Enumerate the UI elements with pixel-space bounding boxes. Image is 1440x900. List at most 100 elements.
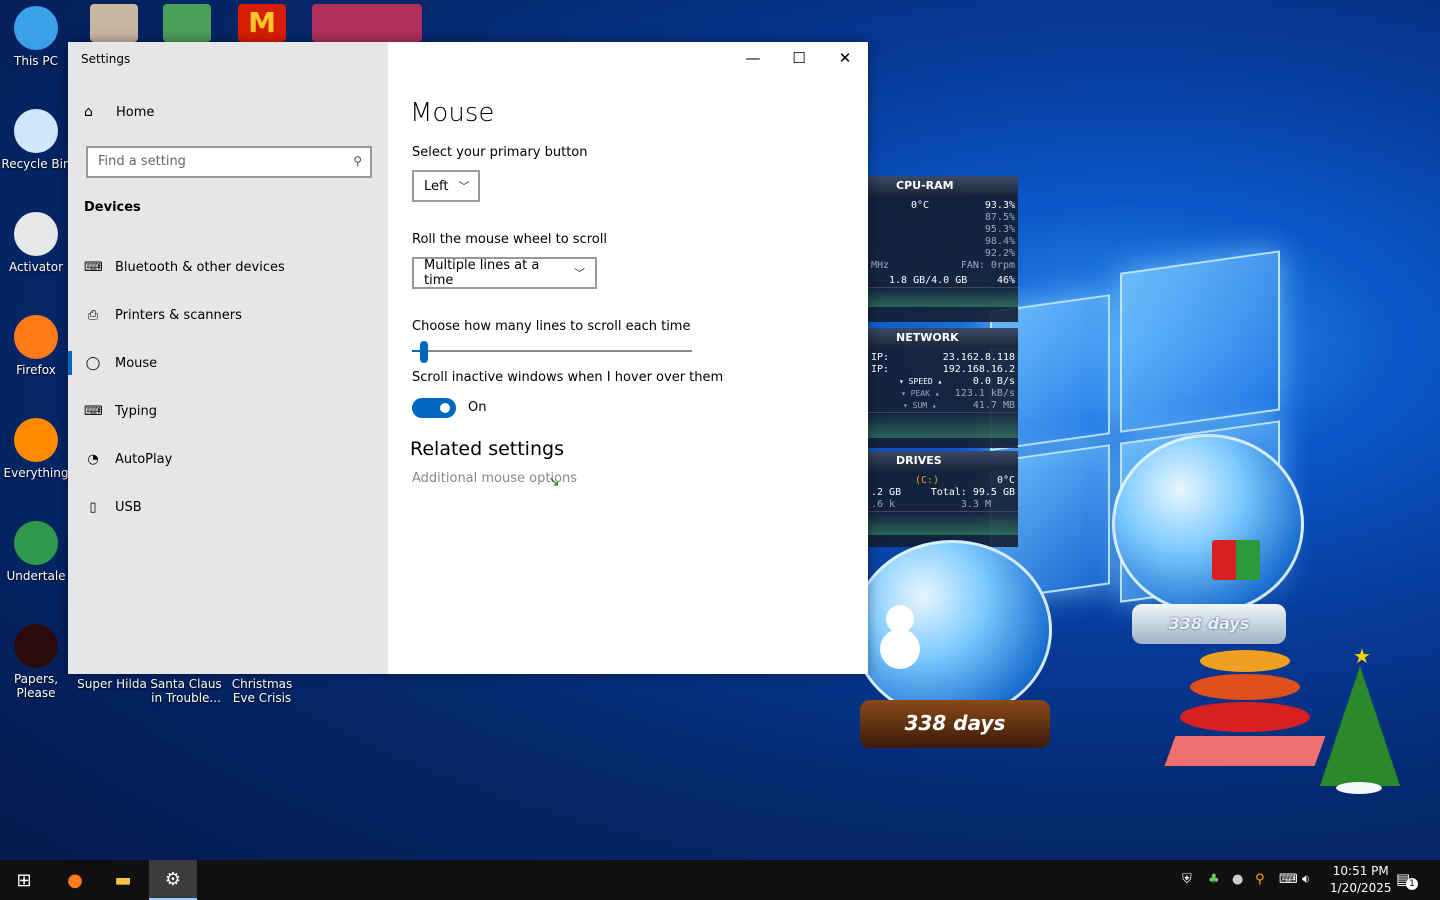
desktop-icon-label: Activator [8,260,64,274]
desktop-icon-firefox[interactable]: Firefox [0,315,72,377]
toggle-state-label: On [468,400,487,415]
scroll-lines-slider-thumb[interactable] [420,341,429,363]
nav-item-label: Typing [115,403,157,419]
drive-temp: 0°C [996,475,1015,486]
ram-percent: 46% [996,275,1015,286]
scroll-lines-slider-track[interactable] [412,350,692,352]
close-button[interactable]: ✕ [822,46,868,70]
desktop-icon-this-pc[interactable]: This PC [0,6,72,68]
snowman-icon [880,605,920,675]
home-label: Home [116,104,155,120]
recycle-bin-icon [14,109,58,153]
days-text: 338 days [904,711,1006,735]
cpu-total: 93.3% [984,200,1015,211]
drive-io-right: 3.3 M [960,499,991,510]
spiral-tree-decoration [1164,650,1326,770]
gift-boxes-icon [1212,540,1260,580]
days-counter-left: 338 days [860,700,1050,748]
chevron-down-icon: ﹀ [458,180,470,193]
top-shortcut-4[interactable] [312,4,422,42]
search-icon: ⚲ [353,154,362,168]
undertale-icon [14,521,58,565]
minimize-button[interactable]: — [730,46,776,70]
desktop-icon-label: Firefox [16,363,56,377]
usb-icon: ▯ [89,499,97,515]
desktop-icon-label: This PC [14,54,58,68]
settings-taskbar[interactable]: ⚙ [149,860,197,900]
everything-icon [14,418,58,462]
printer-icon: ⎙ [87,307,99,323]
top-shortcut-1[interactable] [90,4,138,42]
tree-tray-icon[interactable]: ♣ [1208,872,1220,887]
inactive-scroll-toggle[interactable] [412,398,456,418]
peak-label: ▾ PEAK ▴ [901,389,940,398]
drive-letter: (C:) [915,475,940,486]
core-2: 95.3% [984,224,1015,235]
nav-item-label: Printers & scanners [115,307,242,323]
security-tray-icon[interactable]: ⛨ [1182,872,1192,887]
this-pc-icon [14,6,58,50]
dropdown-value: Left [424,178,449,194]
nav-item-printers-scanners[interactable]: ⎙ Printers & scanners [68,293,388,337]
network-tray-icon[interactable]: ⌨ [1279,872,1298,887]
settings-sidebar: Settings ⌂ Home Find a setting ⚲ Devices… [68,42,388,674]
desktop-icon-santa-claus[interactable]: Santa Claus in Trouble... [150,677,222,705]
home-nav-item[interactable]: ⌂ Home [84,104,154,120]
cpu-ram-gadget: CPU-RAM 0°C 93.3% 87.5% 95.3% 98.4% 92.2%… [868,176,1018,322]
ram-usage: 1.8 GB/4.0 GB [889,275,968,286]
nav-item-autoplay[interactable]: ◔ AutoPlay [68,437,388,481]
nav-item-bluetooth-other-devices[interactable]: ⌨ Bluetooth & other devices [68,245,388,289]
inactive-scroll-label: Scroll inactive windows when I hover ove… [412,370,724,385]
network-graph [868,412,1018,438]
dropdown-value: Multiple lines at a time [424,258,540,288]
days-counter-right: 338 days [1132,604,1286,644]
nav-item-label: AutoPlay [115,451,173,467]
bluetooth-devices-icon: ⌨ [84,259,103,275]
desktop-icon-activator[interactable]: Activator [0,212,72,274]
desktop-icon-everything[interactable]: Everything [0,418,72,480]
desktop-icon-christmas-eve[interactable]: Christmas Eve Crisis [226,677,298,705]
ip-label-2: IP: [871,364,890,375]
cpu-temp: 0°C [911,200,930,211]
file-explorer-taskbar[interactable]: ▬ [99,860,147,900]
maximize-button[interactable]: ☐ [776,46,822,70]
nav-item-label: Mouse [115,355,158,371]
network-gadget: NETWORK IP: 23.162.8.118 IP: 192.168.16.2 … [868,328,1018,448]
activator-icon [14,212,58,256]
desktop-icon-label: Super Hilda [77,677,147,691]
nav-item-usb[interactable]: ▯ USB [68,485,388,529]
find-setting-search[interactable]: Find a setting ⚲ [86,146,372,178]
drop-tray-icon[interactable]: ● [1232,872,1243,887]
scroll-mode-dropdown[interactable]: Multiple lines at a time ﹀ [412,257,597,289]
desktop-icon-super-hilda[interactable]: Super Hilda [76,677,148,691]
search-tray-icon[interactable]: ⚲ [1255,872,1265,887]
start-button[interactable]: ⊞ [0,860,48,900]
desktop-icon-papers-please[interactable]: Papers, Please [0,624,72,700]
firefox-taskbar[interactable]: ● [51,860,99,900]
core-1: 87.5% [984,212,1015,223]
core-3: 98.4% [984,236,1015,247]
nav-item-mouse[interactable]: ◯ Mouse [68,341,388,385]
nav-item-typing[interactable]: ⌨ Typing [68,389,388,433]
sum-value: 41.7 MB [972,400,1015,411]
cpu-mhz: MHz [871,260,890,271]
mcdonalds-shortcut[interactable]: M [238,4,286,42]
desktop-icon-label: Christmas Eve Crisis [231,677,293,705]
gifts-globe-gadget[interactable] [1112,434,1304,614]
public-ip: 23.162.8.118 [942,352,1015,363]
top-shortcut-2[interactable] [163,4,211,42]
volume-tray-icon[interactable]: 🔉︎ [1302,872,1310,887]
clock-date: 1/20/2025 [1330,881,1392,895]
desktop-icon-label: Everything [3,466,69,480]
desktop-icon-recycle-bin[interactable]: Recycle Bin [0,109,72,171]
scroll-lines-label: Choose how many lines to scroll each tim… [412,319,691,334]
notification-count: 1 [1406,878,1418,890]
drives-gadget: DRIVES (C:) 0°C .2 GB Total: 99.5 GB .6 k 3… [868,451,1018,547]
primary-button-dropdown[interactable]: Left ﹀ [412,170,480,202]
gadget-title: CPU-RAM [868,176,1018,196]
notifications-button[interactable]: ▤ 1 [1396,870,1418,890]
desktop-icon-undertale[interactable]: Undertale [0,521,72,583]
peak-value: 123.1 kB/s [954,388,1015,399]
taskbar-clock[interactable]: 10:51 PM 1/20/2025 [1330,863,1392,897]
cpu-fan: FAN: 0rpm [960,260,1015,271]
